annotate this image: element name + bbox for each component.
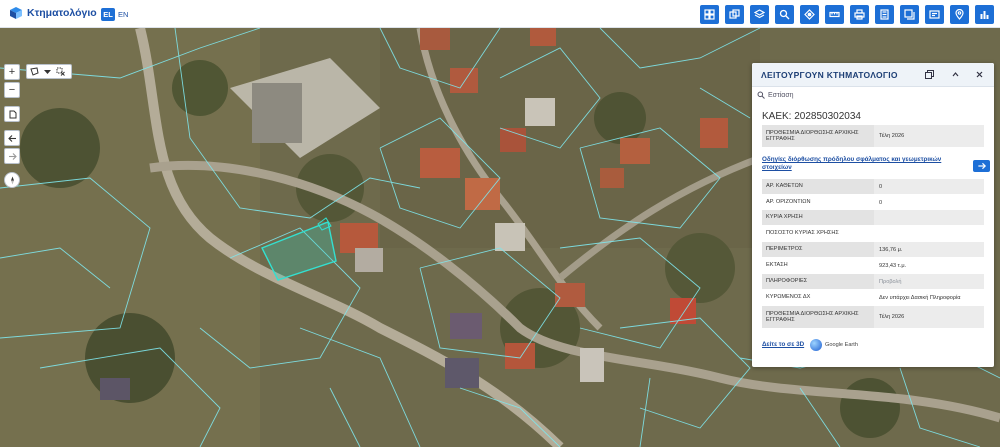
focus-button[interactable]: Εστίαση [757,91,794,99]
logo-text: Κτηματολόγιο [27,7,97,19]
calculator-icon [880,9,889,20]
lang-el-button[interactable]: EL [101,8,115,21]
row-value: 0 [879,199,883,206]
certificate-icon [929,10,940,19]
zoom-out-button[interactable]: − [4,82,20,98]
map-controls: + − [4,64,20,190]
row-key: ΑΡ. ΚΑΘΕΤΩΝ [762,179,874,194]
map-view[interactable]: + − ΛΕΙΤΟΥΡΓΟΥΝ ΚΤΗΜΑΤΟΛΟΓΙΟ Εστίαση ΚΑΕ… [0,28,1000,447]
row-value: Δεν υπάρχει Δασική Πληροφορία [879,294,961,301]
back-button[interactable] [4,130,20,146]
arrow-right-icon [8,152,17,160]
row-value [874,210,984,225]
certificate-button[interactable] [925,5,944,24]
table-row: ΚΥΡΩΜΕΝΟΣ ΔΧ Δεν υπάρχει Δασική Πληροφορί… [762,290,984,305]
row-key: ΠΛΗΡΟΦΟΡΙΕΣ [762,274,874,289]
forward-button[interactable] [4,148,20,164]
logo-icon [10,7,22,19]
row-key: ΠΡΟΘΕΣΜΙΑ ΔΙΟΡΘΩΣΗΣ ΑΡΧΙΚΗΣ ΕΓΓΡΑΦΗΣ [762,125,874,147]
location-pin-icon [955,9,964,20]
ruler-icon [829,11,840,18]
stack-button[interactable] [900,5,919,24]
table-row: ΠΕΡΙΜΕΤΡΟΣ 136,76 μ. [762,242,984,257]
zoom-in-button[interactable]: + [4,64,20,80]
clear-selection-icon[interactable] [56,67,65,76]
compass-button[interactable] [4,172,20,188]
chart-button[interactable] [975,5,994,24]
row-value: Τέλη 2026 [879,133,905,139]
table-row: ΠΛΗΡΟΦΟΡΙΕΣ Προβολή [762,274,984,289]
document-button[interactable] [4,106,20,122]
arrow-left-icon [7,134,16,142]
ruler-button[interactable] [825,5,844,24]
row-key: ΕΚΤΑΣΗ [766,262,788,269]
table-row: ΠΟΣΟΣΤΟ ΚΥΡΙΑΣ ΧΡΗΣΗΣ [762,226,984,241]
layers-copy-button[interactable] [725,5,744,24]
table-row: ΚΥΡΙΑ ΧΡΗΣΗ [762,210,984,225]
zoom-focus-icon [757,91,765,99]
row-key: ΠΡΟΘΕΣΜΙΑ ΔΙΟΡΘΩΣΗΣ ΑΡΧΙΚΗΣ ΕΓΓΡΑΦΗΣ [762,306,874,328]
deadline-row-top: ΠΡΟΘΕΣΜΙΑ ΔΙΟΡΘΩΣΗΣ ΑΡΧΙΚΗΣ ΕΓΓΡΑΦΗΣ Τέλ… [762,125,984,147]
row-key: ΑΡ. ΟΡΙΖΟΝΤΙΩΝ [766,199,811,206]
layout-grid-icon [704,9,715,20]
guide-go-button[interactable] [973,160,990,172]
row-key: ΚΥΡΩΜΕΝΟΣ ΔΧ [766,294,811,301]
parcel-info-panel: ΛΕΙΤΟΥΡΓΟΥΝ ΚΤΗΜΑΤΟΛΟΓΙΟ Εστίαση ΚΑΕΚ: 2… [752,63,994,367]
kaek-code: ΚΑΕΚ: 202850302034 [762,111,861,122]
row-key: ΠΕΡΙΜΕΤΡΟΣ [762,242,874,257]
row-value: 0 [879,183,883,190]
detach-window-icon[interactable] [924,69,935,80]
location-pin-button[interactable] [950,5,969,24]
calculator-button[interactable] [875,5,894,24]
deadline-row-bottom: ΠΡΟΘΕΣΜΙΑ ΔΙΟΡΘΩΣΗΣ ΑΡΧΙΚΗΣ ΕΓΓΡΑΦΗΣ Τέλη… [762,306,984,328]
row-value: 923,43 τ.μ. [879,262,907,269]
layers-icon [754,9,765,19]
chevron-up-icon[interactable] [950,69,961,80]
row-key: ΠΟΣΟΣΤΟ ΚΥΡΙΑΣ ΧΡΗΣΗΣ [766,230,839,237]
logo[interactable]: Κτηματολόγιο [9,6,97,20]
chevron-down-icon[interactable] [43,67,52,76]
target-icon [804,9,815,20]
toolbar [700,5,994,24]
info-view-link[interactable]: Προβολή [874,274,984,289]
correction-guide-link[interactable]: Οδηγίες διόρθωσης πρόδηλου σφάλματος και… [762,156,962,172]
table-row: ΕΚΤΑΣΗ 923,43 τ.μ. [762,258,984,273]
lang-en-button[interactable]: EN [118,8,128,21]
row-value [874,226,984,241]
view-3d-link[interactable]: Δείτε το σε 3D [762,341,804,348]
layout-grid-button[interactable] [700,5,719,24]
draw-tools [26,64,72,79]
print-icon [854,9,865,20]
top-bar: Κτηματολόγιο EL EN [0,0,1000,28]
table-row: ΑΡ. ΚΑΘΕΤΩΝ 0 [762,179,984,194]
target-button[interactable] [800,5,819,24]
chart-icon [980,11,989,19]
focus-label: Εστίαση [768,91,794,99]
document-icon [9,110,16,118]
row-value: 136,76 μ. [879,246,903,253]
layers-copy-icon [729,9,740,19]
panel-header: ΛΕΙΤΟΥΡΓΟΥΝ ΚΤΗΜΑΤΟΛΟΓΙΟ [752,63,994,87]
search-button[interactable] [775,5,794,24]
stack-icon [904,9,915,20]
row-value: Τέλη 2026 [879,314,905,320]
layers-button[interactable] [750,5,769,24]
compass-icon [10,176,14,184]
close-icon[interactable] [974,69,985,80]
polygon-draw-icon[interactable] [30,67,39,76]
print-button[interactable] [850,5,869,24]
table-row: ΑΡ. ΟΡΙΖΟΝΤΙΩΝ 0 [762,195,984,210]
arrow-right-icon [977,162,986,170]
search-icon [779,9,790,20]
google-earth-icon [810,339,822,351]
panel-title: ΛΕΙΤΟΥΡΓΟΥΝ ΚΤΗΜΑΤΟΛΟΓΙΟ [761,70,898,80]
google-earth-link[interactable]: Google Earth [810,339,858,351]
row-key: ΚΥΡΙΑ ΧΡΗΣΗ [762,210,874,225]
google-earth-label: Google Earth [825,342,858,348]
